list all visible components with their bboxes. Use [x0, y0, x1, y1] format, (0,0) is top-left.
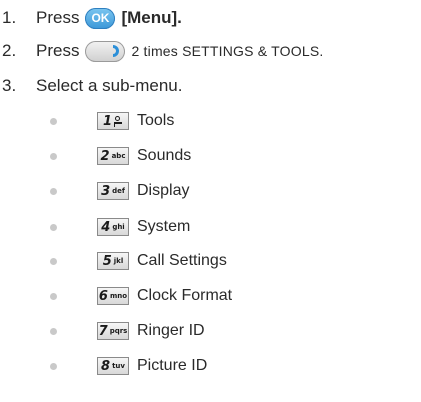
keypad-5-icon: 5 jkl: [97, 252, 129, 270]
submenu-item-display: 3 def Display: [50, 180, 189, 202]
submenu-label: Call Settings: [137, 252, 227, 269]
submenu-item-clock-format: 6 mno Clock Format: [50, 285, 232, 307]
keypad-2-icon: 2 abc: [97, 147, 129, 165]
submenu-item-system: 4 ghi System: [50, 216, 190, 238]
keypad-4-icon: 4 ghi: [97, 218, 129, 236]
step-number: 2.: [2, 41, 17, 60]
submenu-label: Picture ID: [137, 357, 208, 374]
right-arrow-icon: [113, 44, 120, 57]
ok-key-icon: OK: [85, 7, 116, 29]
bullet-icon: [50, 257, 57, 265]
bullet-icon: [50, 223, 57, 231]
submenu-item-picture-id: 8 tuv Picture ID: [50, 355, 207, 377]
step-text: Press: [36, 8, 80, 27]
keypad-1-icon: 1: [97, 112, 129, 130]
submenu-item-call-settings: 5 jkl Call Settings: [50, 250, 227, 272]
submenu-label: Ringer ID: [137, 322, 205, 339]
bullet-icon: [50, 117, 57, 125]
submenu-item-tools: 1 Tools: [50, 110, 174, 132]
keypad-8-icon: 8 tuv: [97, 357, 129, 375]
keypad-7-icon: 7 pqrs: [97, 322, 129, 340]
submenu-label: Clock Format: [137, 287, 233, 304]
step-text: Select a sub-menu.: [36, 76, 183, 95]
bullet-icon: [50, 327, 57, 335]
submenu-item-ringer-id: 7 pqrs Ringer ID: [50, 320, 205, 342]
bullet-icon: [50, 152, 57, 160]
navigation-key-right-icon: [85, 40, 126, 62]
bullet-icon: [50, 292, 57, 300]
submenu-label: System: [137, 218, 191, 235]
voicemail-icon: [114, 115, 123, 127]
keypad-3-icon: 3 def: [97, 182, 129, 200]
bullet-icon: [50, 187, 57, 195]
submenu-label: Tools: [137, 112, 175, 129]
step-text: Press: [36, 41, 80, 60]
submenu-label: Sounds: [137, 147, 192, 164]
submenu-item-sounds: 2 abc Sounds: [50, 145, 191, 167]
keypad-6-icon: 6 mno: [97, 287, 129, 305]
menu-label: [Menu].: [121, 8, 182, 27]
step-number: 3.: [2, 76, 17, 95]
step-number: 1.: [2, 8, 17, 27]
bullet-icon: [50, 362, 57, 370]
step-text-after: 2 times SETTINGS & TOOLS.: [131, 43, 324, 59]
submenu-label: Display: [137, 182, 190, 199]
